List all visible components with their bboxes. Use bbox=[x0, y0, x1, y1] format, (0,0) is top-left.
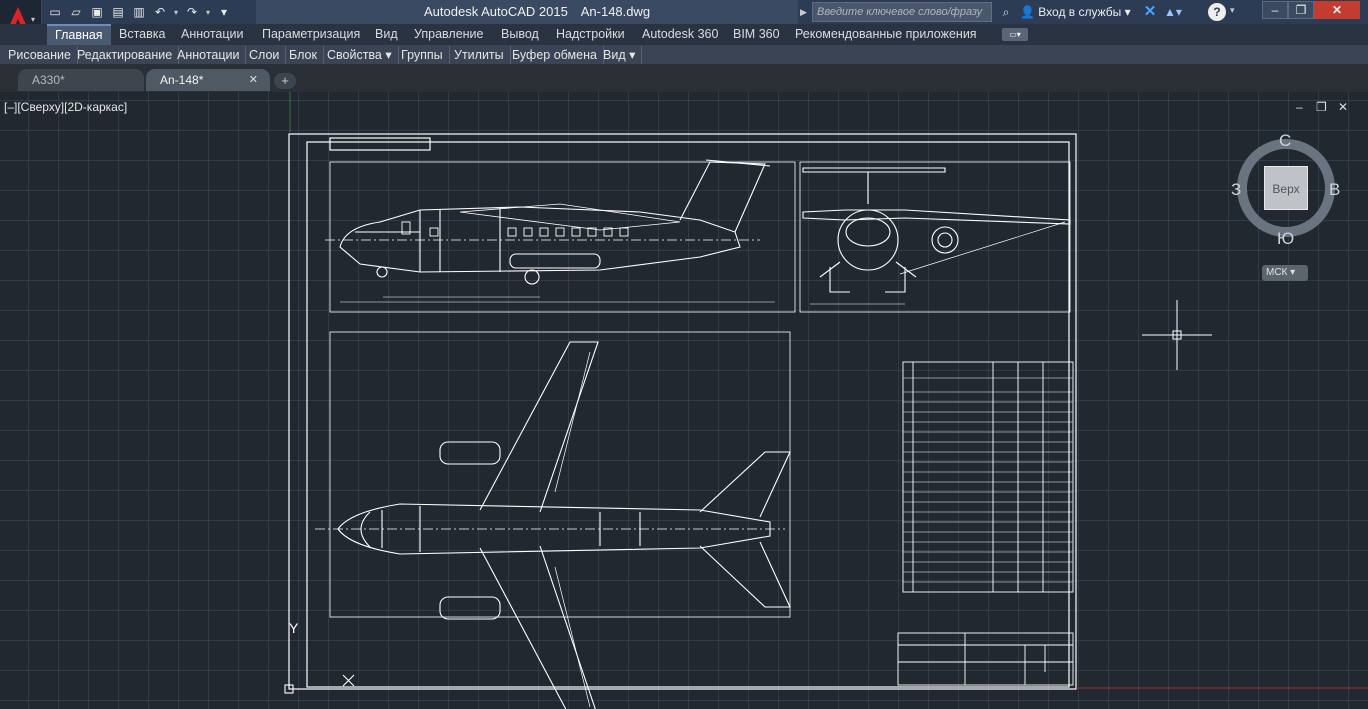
panel-view[interactable]: Вид ▾ bbox=[597, 46, 643, 64]
search-icon[interactable]: ⌕ bbox=[996, 2, 1016, 22]
panel-modify[interactable]: Редактирование bbox=[71, 46, 180, 64]
tab-autodesk-360[interactable]: Autodesk 360 bbox=[642, 24, 718, 45]
panel-view-label: Вид bbox=[603, 48, 626, 62]
title-stamp-small bbox=[329, 137, 431, 151]
side-view-aircraft bbox=[325, 159, 775, 303]
maximize-button[interactable]: ❐ bbox=[1288, 1, 1314, 19]
blueprint-drawing bbox=[284, 92, 1368, 709]
ucs-icon bbox=[284, 674, 355, 694]
tab-addins[interactable]: Надстройки bbox=[556, 24, 625, 45]
tab-featured-apps[interactable]: Рекомендованные приложения bbox=[795, 24, 977, 45]
signin-button[interactable]: 👤 Вход в службы ▾ bbox=[1020, 2, 1131, 22]
open-folder-icon[interactable]: ▱ bbox=[67, 3, 85, 21]
signin-label: Вход в службы bbox=[1038, 5, 1122, 19]
search-expand-icon[interactable]: ▶ bbox=[800, 2, 812, 22]
compass-south[interactable]: Ю bbox=[1277, 229, 1294, 249]
signin-dropdown-icon: ▾ bbox=[1124, 5, 1131, 19]
viewport-window-controls: – ❐ ✕ bbox=[1294, 100, 1354, 116]
tab-view[interactable]: Вид bbox=[375, 24, 398, 45]
cursor-crosshair-icon bbox=[1142, 300, 1212, 370]
autocad-window: Autodesk AutoCAD 2015 An-148.dwg ▭ ▱ ▣ ▤… bbox=[0, 0, 1368, 709]
compass-east[interactable]: В bbox=[1329, 180, 1340, 200]
new-tab-button[interactable]: + bbox=[274, 73, 296, 89]
viewport-restore-icon[interactable]: ❐ bbox=[1316, 100, 1327, 114]
close-tab-icon[interactable]: ✕ bbox=[249, 69, 258, 91]
panel-expand-icon: ▾ bbox=[385, 48, 392, 62]
file-tab-a330[interactable]: A330* bbox=[18, 69, 144, 91]
panel-clipboard[interactable]: Буфер обмена bbox=[506, 46, 604, 64]
app-menu-caret-icon: ▾ bbox=[31, 15, 36, 24]
parts-table bbox=[902, 361, 1074, 593]
minimize-button[interactable]: – bbox=[1262, 1, 1288, 19]
tab-manage[interactable]: Управление bbox=[414, 24, 484, 45]
exchange-apps-icon[interactable]: ✕ bbox=[1140, 2, 1160, 22]
quick-access-toolbar: ▭ ▱ ▣ ▤ ▥ ↶ ▾ ↷ ▾ ▾ bbox=[46, 2, 233, 22]
a360-icon[interactable]: ▲▾ bbox=[1164, 2, 1192, 22]
tab-insert[interactable]: Вставка bbox=[119, 24, 165, 45]
help-dropdown-icon[interactable]: ▾ bbox=[1230, 5, 1235, 16]
panel-properties[interactable]: Свойства ▾ bbox=[321, 46, 399, 64]
panel-layers[interactable]: Слои bbox=[243, 46, 287, 64]
tab-home[interactable]: Главная bbox=[47, 24, 111, 45]
title-block bbox=[897, 632, 1074, 686]
redo-icon[interactable]: ↷ bbox=[183, 3, 201, 21]
app-title: Autodesk AutoCAD 2015 bbox=[424, 4, 568, 19]
undo-dropdown-icon[interactable]: ▾ bbox=[172, 8, 180, 17]
save-as-icon[interactable]: ▤ bbox=[109, 3, 127, 21]
user-icon: 👤 bbox=[1020, 5, 1035, 19]
ribbon-tab-bar: Главная Вставка Аннотации Параметризация… bbox=[0, 24, 1368, 45]
ucs-label: МСК bbox=[1266, 267, 1288, 278]
viewport-close-icon[interactable]: ✕ bbox=[1338, 100, 1348, 114]
file-tab-label: An-148* bbox=[160, 73, 204, 87]
panel-properties-label: Свойства bbox=[327, 48, 382, 62]
print-icon[interactable]: ▥ bbox=[130, 3, 148, 21]
viewcube-top-face[interactable]: Верх bbox=[1264, 166, 1308, 210]
ucs-menu-button[interactable]: МСК ▾ bbox=[1262, 265, 1308, 281]
ribbon-minimize-icon[interactable]: ▭▾ bbox=[1002, 28, 1028, 41]
close-button[interactable]: ✕ bbox=[1314, 1, 1360, 19]
panel-utilities[interactable]: Утилиты bbox=[448, 46, 511, 64]
sheet-inner-frame bbox=[306, 141, 1070, 688]
title-bar: Autodesk AutoCAD 2015 An-148.dwg ▭ ▱ ▣ ▤… bbox=[0, 0, 1368, 24]
panel-block[interactable]: Блок bbox=[283, 46, 324, 64]
title-area: Autodesk AutoCAD 2015 An-148.dwg bbox=[256, 0, 798, 24]
save-icon[interactable]: ▣ bbox=[88, 3, 106, 21]
tab-parametric[interactable]: Параметризация bbox=[262, 24, 360, 45]
viewport-minimize-icon[interactable]: – bbox=[1296, 100, 1303, 114]
help-icon[interactable]: ? bbox=[1208, 3, 1226, 21]
ribbon-panel-bar: Рисование Редактирование Аннотации Слои … bbox=[0, 45, 1368, 65]
undo-icon[interactable]: ↶ bbox=[151, 3, 169, 21]
panel-expand-icon: ▾ bbox=[629, 48, 636, 62]
compass-north[interactable]: С bbox=[1279, 131, 1291, 151]
redo-dropdown-icon[interactable]: ▾ bbox=[204, 8, 212, 17]
tab-annotate[interactable]: Аннотации bbox=[181, 24, 243, 45]
compass-west[interactable]: З bbox=[1231, 180, 1241, 200]
window-title: Autodesk AutoCAD 2015 An-148.dwg bbox=[424, 4, 660, 19]
file-tab-bar: A330* An-148* ✕ + bbox=[0, 65, 1368, 92]
file-tab-an148[interactable]: An-148* ✕ bbox=[146, 69, 270, 91]
tab-bim-360[interactable]: BIM 360 bbox=[733, 24, 780, 45]
customize-toolbar-icon[interactable]: ▾ bbox=[215, 3, 233, 21]
tab-output[interactable]: Вывод bbox=[501, 24, 539, 45]
panel-annotation[interactable]: Аннотации bbox=[171, 46, 247, 64]
viewport-controls-label[interactable]: [–][Сверху][2D-каркас] bbox=[4, 100, 127, 114]
plan-view-aircraft bbox=[315, 341, 791, 709]
y-axis-label: Y bbox=[289, 620, 299, 636]
drawing-canvas[interactable]: [–][Сверху][2D-каркас] – ❐ ✕ С Ю З В Вер… bbox=[0, 92, 1368, 709]
panel-draw[interactable]: Рисование bbox=[2, 46, 78, 64]
search-input[interactable]: Введите ключевое слово/фразу bbox=[812, 2, 992, 22]
file-name: An-148.dwg bbox=[580, 4, 651, 19]
front-view-aircraft bbox=[802, 167, 1071, 305]
viewcube[interactable]: С Ю З В Верх bbox=[1228, 131, 1344, 282]
panel-groups[interactable]: Группы bbox=[395, 46, 450, 64]
new-file-icon[interactable]: ▭ bbox=[46, 3, 64, 21]
